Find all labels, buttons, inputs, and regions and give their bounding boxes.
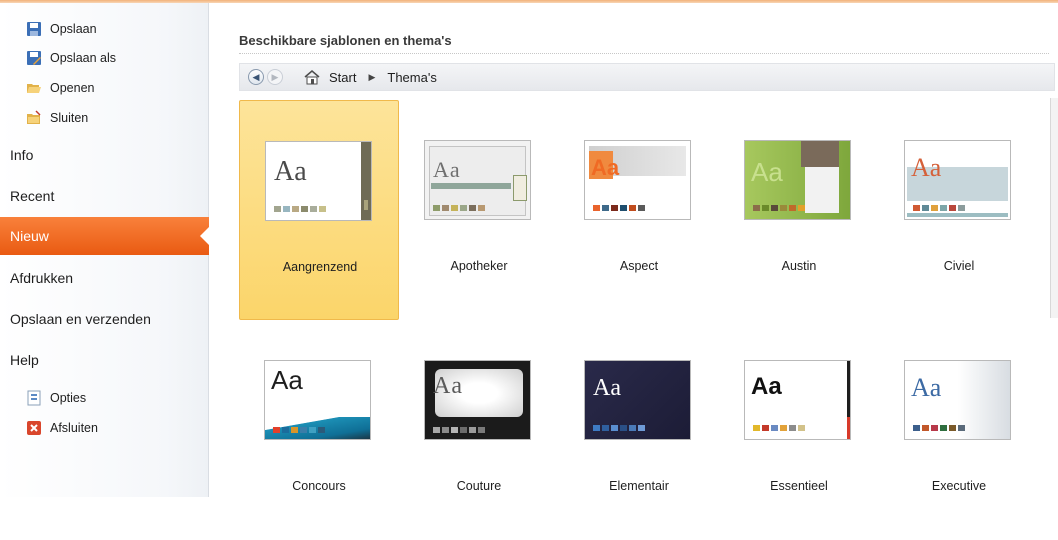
thumbnail-text: Aa bbox=[433, 373, 463, 399]
thumbnail-text: Aa bbox=[751, 373, 782, 400]
theme-name: Elementair bbox=[609, 479, 669, 493]
exit-icon bbox=[26, 420, 42, 436]
theme-thumbnail: Aa bbox=[265, 141, 372, 221]
sidebar-item-label: Info bbox=[10, 147, 34, 163]
navigation-bar: ◀ ▶ Start ▶ Thema's bbox=[239, 63, 1055, 91]
sidebar-item-help[interactable]: Help bbox=[0, 341, 209, 379]
title-separator bbox=[239, 53, 1049, 54]
theme-thumbnail: Aa bbox=[904, 360, 1011, 440]
save-icon bbox=[26, 21, 42, 37]
close-folder-icon bbox=[26, 110, 42, 126]
sidebar-item-opslaan[interactable]: Opslaan bbox=[26, 19, 97, 39]
theme-thumbnail: Aa bbox=[424, 360, 531, 440]
sidebar-item-label: Recent bbox=[10, 188, 55, 204]
theme-tile-civiel[interactable]: Aa Civiel bbox=[879, 100, 1039, 320]
theme-name: Essentieel bbox=[770, 479, 828, 493]
theme-thumbnail: Aa bbox=[744, 140, 851, 220]
thumbnail-text: Aa bbox=[911, 373, 942, 402]
back-arrow-icon[interactable]: ◀ bbox=[248, 69, 264, 85]
save-as-icon bbox=[26, 50, 42, 66]
gallery-scrollbar[interactable] bbox=[1050, 98, 1058, 318]
sidebar-item-label: Help bbox=[10, 352, 39, 368]
sidebar-item-label: Opslaan bbox=[50, 22, 97, 36]
theme-name: Apotheker bbox=[450, 259, 508, 273]
theme-thumbnail: Aa bbox=[584, 140, 691, 220]
thumbnail-text: Aa bbox=[433, 157, 461, 182]
theme-name: Aangrenzend bbox=[282, 260, 358, 274]
sidebar-item-opslaan-en-verzenden[interactable]: Opslaan en verzenden bbox=[0, 300, 209, 338]
breadcrumb-start[interactable]: Start bbox=[329, 70, 356, 85]
sidebar-item-opslaan-als[interactable]: Opslaan als bbox=[26, 48, 116, 68]
sidebar-item-opties[interactable]: Opties bbox=[26, 388, 86, 408]
sidebar-item-openen[interactable]: Openen bbox=[26, 78, 94, 98]
thumbnail-text: Aa bbox=[593, 375, 621, 401]
theme-gallery: Aa Aangrenzend Aa Apotheker Aa Aspect Aa bbox=[239, 100, 1049, 497]
theme-name: Concours bbox=[292, 479, 346, 493]
section-title: Beschikbare sjablonen en thema's bbox=[239, 33, 452, 48]
theme-tile-apotheker[interactable]: Aa Apotheker bbox=[399, 100, 559, 320]
sidebar-item-label: Sluiten bbox=[50, 111, 89, 125]
theme-tile-aangrenzend[interactable]: Aa Aangrenzend bbox=[239, 100, 399, 320]
theme-name: Civiel bbox=[943, 259, 975, 273]
theme-thumbnail: Aa bbox=[424, 140, 531, 220]
theme-thumbnail: Aa bbox=[744, 360, 851, 440]
theme-tile-aspect[interactable]: Aa Aspect bbox=[559, 100, 719, 320]
theme-name: Austin bbox=[781, 259, 817, 273]
open-folder-icon bbox=[26, 80, 42, 96]
sidebar-item-nieuw[interactable]: Nieuw bbox=[0, 217, 209, 255]
backstage-sidebar: Opslaan Opslaan als Openen Sluiten Info … bbox=[0, 3, 209, 497]
forward-arrow-icon[interactable]: ▶ bbox=[267, 69, 283, 85]
sidebar-item-sluiten[interactable]: Sluiten bbox=[26, 108, 88, 128]
thumbnail-text: Aa bbox=[591, 155, 620, 180]
theme-tile-concours[interactable]: Aa Concours bbox=[239, 320, 399, 540]
sidebar-item-label: Openen bbox=[50, 81, 95, 95]
theme-name: Aspect bbox=[619, 259, 659, 273]
theme-tile-couture[interactable]: Aa Couture bbox=[399, 320, 559, 540]
sidebar-item-afsluiten[interactable]: Afsluiten bbox=[26, 418, 98, 438]
thumbnail-text: Aa bbox=[274, 156, 307, 187]
sidebar-item-label: Afdrukken bbox=[10, 270, 74, 286]
theme-tile-elementair[interactable]: Aa Elementair bbox=[559, 320, 719, 540]
thumbnail-text: Aa bbox=[271, 365, 303, 395]
home-icon[interactable] bbox=[303, 69, 321, 85]
theme-tile-executive[interactable]: Aa Executive bbox=[879, 320, 1039, 540]
options-icon bbox=[26, 390, 42, 406]
thumbnail-text: Aa bbox=[911, 153, 942, 182]
theme-thumbnail: Aa bbox=[264, 360, 371, 440]
sidebar-item-label: Opslaan en verzenden bbox=[10, 311, 151, 327]
breadcrumb-current: Thema's bbox=[387, 69, 437, 85]
theme-name: Executive bbox=[931, 479, 987, 493]
theme-tile-austin[interactable]: Aa Austin bbox=[719, 100, 879, 320]
theme-thumbnail: Aa bbox=[904, 140, 1011, 220]
sidebar-item-label: Afsluiten bbox=[50, 421, 98, 435]
theme-tile-essentieel[interactable]: Aa Essentieel bbox=[719, 320, 879, 540]
sidebar-item-afdrukken[interactable]: Afdrukken bbox=[0, 259, 209, 297]
theme-name: Couture bbox=[456, 479, 502, 493]
sidebar-item-label: Nieuw bbox=[10, 228, 49, 244]
sidebar-item-info[interactable]: Info bbox=[0, 136, 209, 174]
sidebar-item-label: Opslaan als bbox=[50, 51, 117, 65]
sidebar-item-recent[interactable]: Recent bbox=[0, 177, 209, 215]
thumbnail-text: Aa bbox=[751, 157, 783, 187]
breadcrumb-chevron-icon: ▶ bbox=[368, 71, 376, 82]
theme-thumbnail: Aa bbox=[584, 360, 691, 440]
sidebar-item-label: Opties bbox=[50, 391, 87, 405]
